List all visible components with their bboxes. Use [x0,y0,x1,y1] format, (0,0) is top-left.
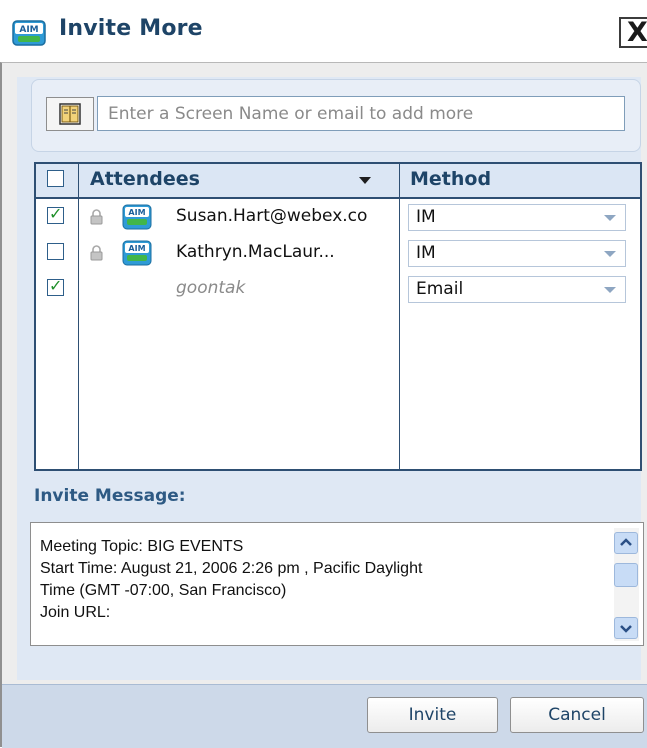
scroll-up-button[interactable] [614,532,638,554]
close-icon: X [627,17,647,48]
attendee-name: goontak [176,278,246,298]
invite-button[interactable]: Invite [367,697,498,733]
scroll-thumb[interactable] [614,563,638,587]
aim-buddy-icon: AIM [122,204,152,234]
method-dropdown[interactable]: IM [408,240,626,267]
check-icon: ✓ [49,204,63,223]
method-dropdown[interactable]: Email [408,276,626,303]
message-line: Meeting Topic: BIG EVENTS [40,538,244,555]
chevron-up-icon [620,538,632,546]
row-checkbox[interactable]: ✓ [47,276,64,296]
select-all-checkbox[interactable] [47,170,64,187]
method-dropdown[interactable]: IM [408,204,626,231]
sort-arrow-icon[interactable] [359,177,371,184]
row-checkbox[interactable]: ✓ [47,204,64,224]
attendee-name: Kathryn.MacLaur... [176,242,335,262]
close-button[interactable]: X [619,17,647,48]
message-line: Start Time: August 21, 2006 2:26 pm , Pa… [40,560,423,577]
table-row: ✓ AIM Susan.Hart@webex.co IM [36,200,640,236]
message-line: Join URL: [40,604,111,621]
chevron-down-icon [604,215,616,221]
check-icon: ✓ [49,276,63,295]
aim-buddy-icon: AIM [122,240,152,270]
scroll-down-button[interactable] [614,617,638,639]
lock-icon [90,245,103,265]
message-line: Time (GMT -07:00, San Francisco) [40,582,287,599]
table-row: AIM Kathryn.MacLaur... IM [36,236,640,272]
invite-message-textarea[interactable]: Meeting Topic: BIG EVENTS Start Time: Au… [30,522,644,646]
lock-icon [90,209,103,229]
attendees-table: Attendees Method ✓ AIM Susan.Hart@webex.… [34,162,642,471]
chevron-down-icon [620,625,632,633]
address-book-icon [59,103,81,125]
chevron-down-icon [604,251,616,257]
invite-more-dialog: AIM Invite More X Attendees Method [0,0,647,748]
invite-message-label: Invite Message: [34,486,186,506]
message-scrollbar[interactable] [614,528,639,641]
row-checkbox[interactable] [47,243,64,260]
svg-text:AIM: AIM [128,208,145,217]
table-header: Attendees Method [36,164,640,199]
chevron-down-icon [604,287,616,293]
address-book-button[interactable] [46,97,94,131]
attendees-column-header[interactable]: Attendees [90,168,200,190]
method-column-header[interactable]: Method [410,168,491,190]
svg-text:AIM: AIM [19,25,38,35]
cancel-button[interactable]: Cancel [510,697,644,733]
attendee-name: Susan.Hart@webex.co [176,206,368,226]
table-row: ✓ goontak Email [36,272,640,308]
title-bar: AIM Invite More X [0,0,647,62]
aim-logo-icon: AIM [12,20,46,50]
dialog-title: Invite More [59,16,203,41]
svg-text:AIM: AIM [128,244,145,253]
screen-name-input[interactable] [97,96,625,131]
